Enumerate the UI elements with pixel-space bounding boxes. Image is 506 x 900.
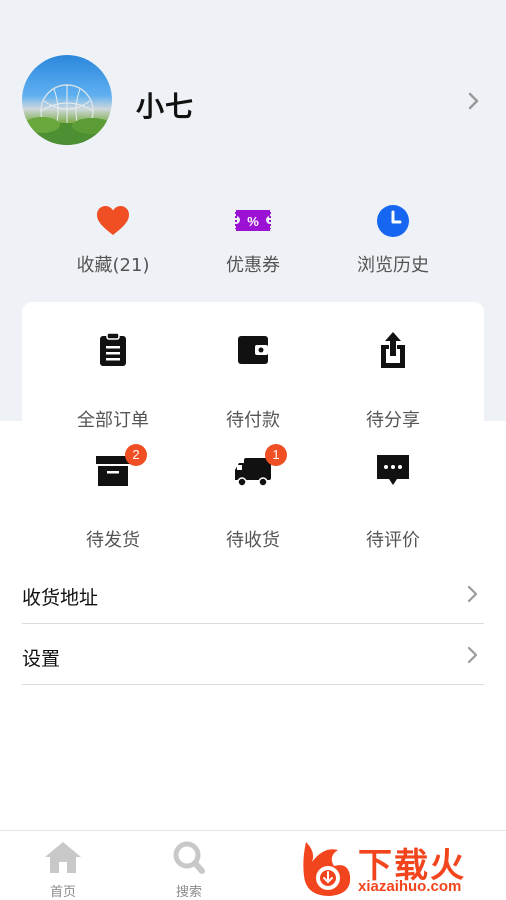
favorites-label: 收藏(21) <box>76 255 150 276</box>
order-pending-shipment-label: 待发货 <box>86 530 140 551</box>
heart-icon <box>95 203 131 239</box>
favorites-link[interactable]: 收藏(21) <box>43 200 183 280</box>
wallet-icon <box>233 330 273 370</box>
flame-logo-icon <box>303 842 351 896</box>
watermark-url: xiazaihuo.com <box>358 878 462 895</box>
settings-menu: 收货地址 设置 <box>22 563 484 685</box>
order-pending-receipt-label: 待收货 <box>226 530 280 551</box>
home-icon <box>43 839 83 875</box>
clipboard-icon <box>93 330 133 370</box>
order-pending-share-label: 待分享 <box>366 410 420 431</box>
search-icon <box>169 839 209 875</box>
menu-item-address-label: 收货地址 <box>22 587 99 609</box>
chevron-right-icon <box>466 644 480 666</box>
quick-links: 收藏(21) % 优惠券 浏览历史 <box>0 200 506 280</box>
history-link[interactable]: 浏览历史 <box>323 200 463 280</box>
tab-search[interactable]: 搜索 <box>126 831 252 900</box>
order-pending-shipment[interactable]: 2 待发货 <box>43 444 183 551</box>
coupon-icon: % <box>235 203 271 239</box>
menu-item-address[interactable]: 收货地址 <box>22 563 484 624</box>
order-all-label: 全部订单 <box>77 410 149 431</box>
orders-card: 全部订单 待付款 待分享 2 待发货 1 待收货 待评价 <box>22 302 484 551</box>
order-all[interactable]: 全部订单 <box>43 330 183 431</box>
tab-home-label: 首页 <box>49 885 76 900</box>
order-pending-payment-label: 待付款 <box>226 410 280 431</box>
order-pending-share[interactable]: 待分享 <box>323 330 463 431</box>
username: 小七 <box>136 90 195 123</box>
clock-icon <box>375 203 411 239</box>
tab-search-label: 搜索 <box>175 885 202 900</box>
profile-row[interactable]: 小七 <box>0 55 506 147</box>
menu-item-settings[interactable]: 设置 <box>22 624 484 685</box>
coupons-link[interactable]: % 优惠券 <box>183 200 323 280</box>
pending-receipt-badge: 1 <box>265 444 287 466</box>
menu-item-settings-label: 设置 <box>22 648 61 670</box>
chevron-right-icon[interactable] <box>464 89 484 113</box>
order-pending-review[interactable]: 待评价 <box>323 450 463 551</box>
avatar[interactable] <box>22 55 112 145</box>
order-pending-review-label: 待评价 <box>366 530 420 551</box>
svg-text:%: % <box>247 214 259 229</box>
watermark-logo: 下载火 xiazaihuo.com <box>298 832 506 900</box>
order-pending-payment[interactable]: 待付款 <box>183 330 323 431</box>
order-pending-receipt[interactable]: 1 待收货 <box>183 444 323 551</box>
tab-home[interactable]: 首页 <box>0 831 126 900</box>
chevron-right-icon <box>466 583 480 605</box>
coupons-label: 优惠券 <box>226 255 280 276</box>
pending-shipment-badge: 2 <box>125 444 147 466</box>
comment-icon <box>373 450 413 490</box>
share-icon <box>373 330 413 370</box>
history-label: 浏览历史 <box>357 255 429 276</box>
